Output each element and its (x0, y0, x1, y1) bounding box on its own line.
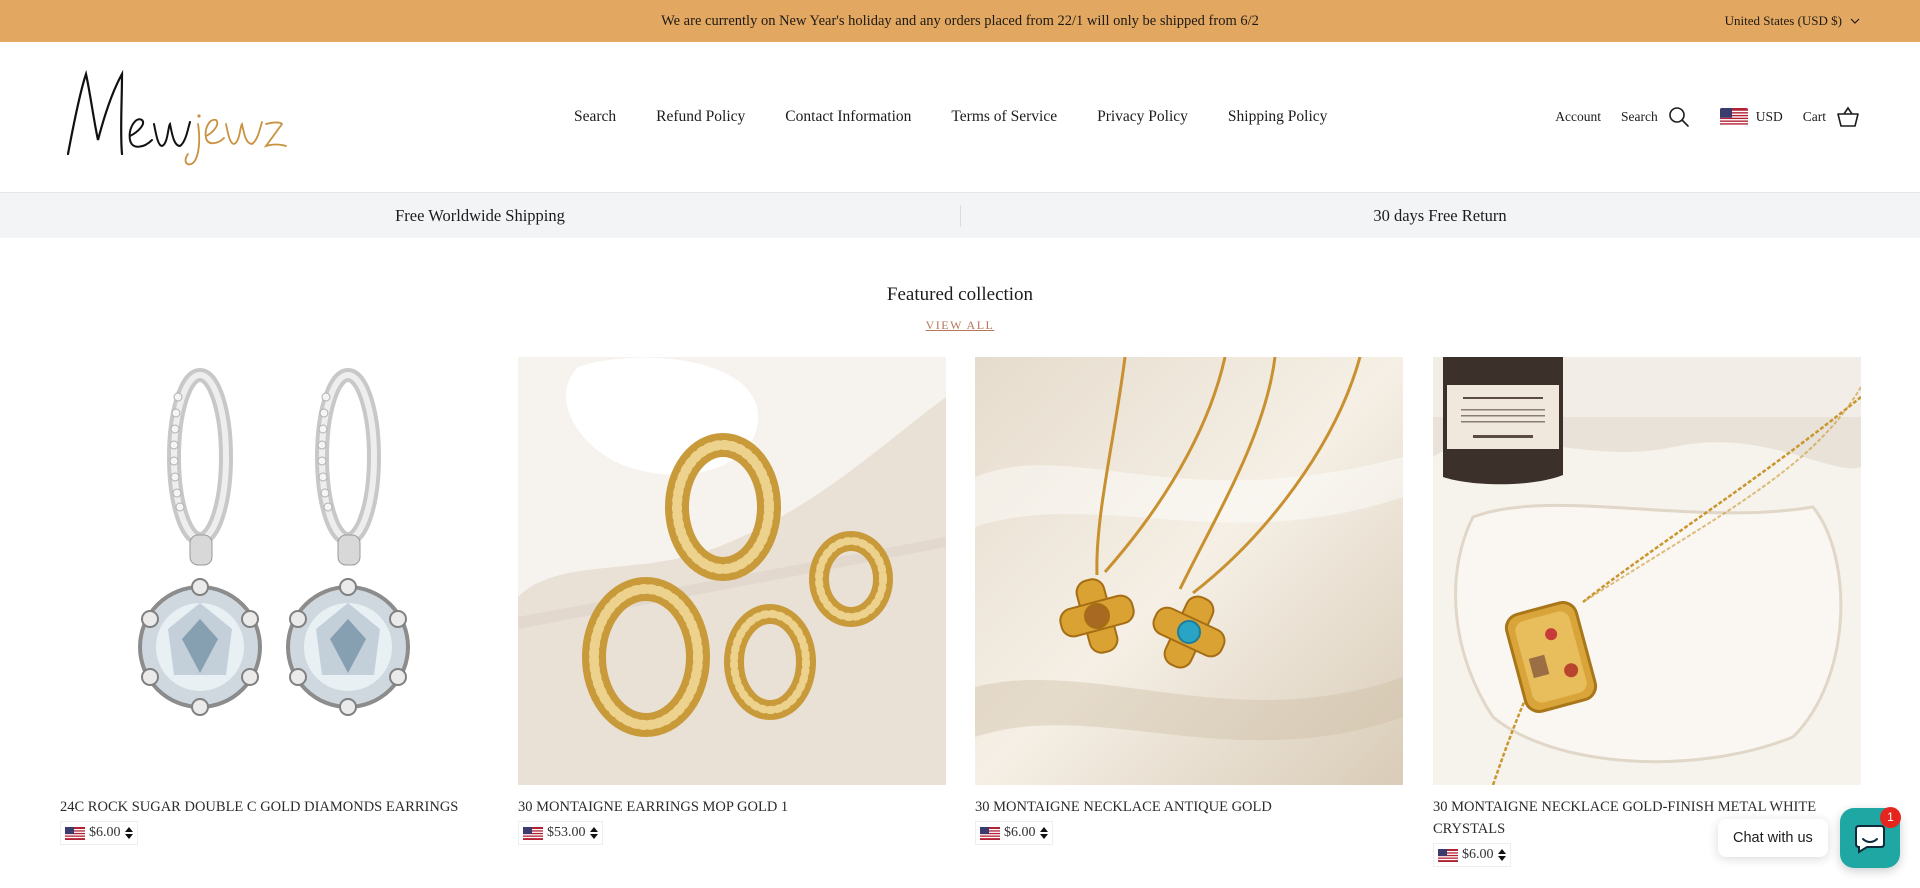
product-image[interactable] (1433, 357, 1861, 785)
sort-arrows-icon (124, 827, 133, 839)
product-price: $6.00 (1433, 843, 1511, 867)
sort-arrows-icon (1039, 827, 1048, 839)
search-icon (1668, 107, 1689, 127)
nav-contact-information[interactable]: Contact Information (785, 108, 911, 126)
price-value: $53.00 (547, 825, 586, 840)
price-value: $6.00 (1004, 825, 1036, 840)
cart-basket-icon (1837, 106, 1859, 127)
us-flag-icon (523, 826, 543, 840)
logo-image (66, 69, 287, 166)
nav-refund-policy[interactable]: Refund Policy (656, 108, 745, 126)
chevron-down-icon (1850, 18, 1860, 24)
price-value: $6.00 (1462, 847, 1494, 862)
us-flag-icon (1438, 848, 1458, 862)
sort-arrows-icon (589, 827, 598, 839)
product-price: $6.00 (60, 821, 138, 845)
product-card[interactable]: 24C ROCK SUGAR DOUBLE C GOLD DIAMONDS EA… (60, 357, 488, 845)
product-title[interactable]: 30 MONTAIGNE NECKLACE ANTIQUE GOLD (975, 796, 1403, 818)
product-card[interactable]: 30 MONTAIGNE NECKLACE GOLD-FINISH METAL … (1433, 357, 1861, 867)
benefit-shipping: Free Worldwide Shipping (395, 206, 565, 225)
product-title[interactable]: 24C ROCK SUGAR DOUBLE C GOLD DIAMONDS EA… (60, 796, 488, 818)
logo[interactable] (60, 62, 290, 172)
main-nav: Search Refund Policy Contact Information… (574, 42, 1367, 192)
search-label: Search (1621, 109, 1658, 124)
view-all-link[interactable]: VIEW ALL (926, 318, 995, 332)
site-header: Search Refund Policy Contact Information… (0, 42, 1920, 192)
locale-label: United States (USD $) (1724, 13, 1842, 28)
cart-label: Cart (1802, 109, 1826, 124)
chat-icon (1855, 825, 1885, 854)
us-flag-icon (1719, 108, 1748, 126)
price-value: $6.00 (89, 825, 121, 840)
announcement-text: We are currently on New Year's holiday a… (661, 13, 1259, 29)
cart-button[interactable]: Cart (1803, 106, 1860, 128)
product-image[interactable] (975, 357, 1403, 785)
us-flag-icon (65, 826, 85, 840)
account-link[interactable]: Account (1555, 109, 1601, 125)
product-price: $53.00 (518, 821, 603, 845)
benefits-bar: Free Worldwide Shipping 30 days Free Ret… (0, 192, 1920, 238)
chat-label[interactable]: Chat with us (1718, 819, 1828, 857)
sort-arrows-icon (1497, 849, 1506, 861)
search-button[interactable]: Search (1621, 106, 1690, 128)
locale-selector[interactable]: United States (USD $) (1725, 0, 1860, 42)
nav-search[interactable]: Search (574, 108, 616, 126)
benefit-return: 30 days Free Return (1373, 206, 1507, 225)
us-flag-icon (980, 826, 1000, 840)
product-card[interactable]: 30 MONTAIGNE EARRINGS MOP GOLD 1 $53.00 (518, 357, 946, 845)
gold-cross-necklaces-image (975, 357, 1403, 785)
currency-label: USD (1755, 109, 1783, 124)
view-all-wrapper: VIEW ALL (0, 318, 1920, 333)
nav-privacy-policy[interactable]: Privacy Policy (1097, 108, 1188, 126)
product-title[interactable]: 30 MONTAIGNE EARRINGS MOP GOLD 1 (518, 796, 946, 818)
nav-terms-of-service[interactable]: Terms of Service (951, 108, 1057, 126)
announcement-bar: We are currently on New Year's holiday a… (0, 0, 1920, 42)
product-image[interactable] (60, 357, 488, 785)
silver-drop-earrings-image (60, 357, 488, 785)
notification-badge: 1 (1880, 807, 1901, 828)
product-card[interactable]: 30 MONTAIGNE NECKLACE ANTIQUE GOLD $6.00 (975, 357, 1403, 845)
product-price: $6.00 (975, 821, 1053, 845)
nav-shipping-policy[interactable]: Shipping Policy (1228, 108, 1327, 126)
gold-pendant-necklace-image (1433, 357, 1861, 785)
section-title: Featured collection (886, 284, 1034, 305)
product-image[interactable] (518, 357, 946, 785)
gold-hoop-earrings-image (518, 357, 946, 785)
currency-selector[interactable]: USD (1719, 108, 1783, 126)
header-actions: Account Search USD Cart (1555, 42, 1860, 192)
